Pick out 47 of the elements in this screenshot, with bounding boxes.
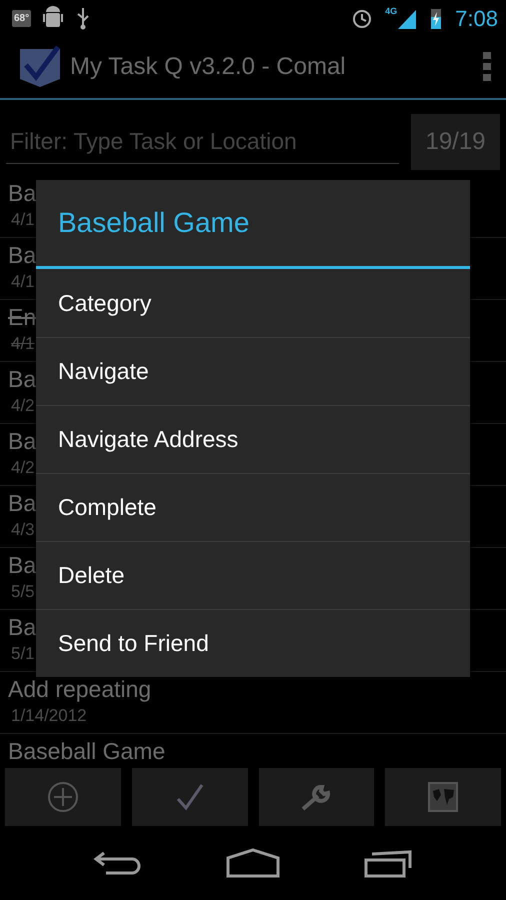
task-title: Ba bbox=[8, 365, 36, 394]
task-date: 4/3 bbox=[10, 519, 35, 541]
overflow-menu-icon[interactable] bbox=[482, 50, 492, 84]
task-count: 19/19 bbox=[411, 114, 500, 170]
app-title: My Task Q v3.2.0 - Comal bbox=[70, 52, 347, 82]
network-type: 4G bbox=[385, 5, 398, 18]
usb-icon bbox=[75, 6, 92, 30]
add-icon bbox=[46, 781, 79, 813]
android-icon bbox=[43, 6, 64, 30]
battery-icon bbox=[429, 7, 444, 29]
clock-time: 7:08 bbox=[455, 4, 498, 32]
task-title: Ba bbox=[8, 179, 36, 208]
temperature-indicator: 68° bbox=[12, 10, 32, 26]
task-date: 5/1 bbox=[10, 643, 35, 665]
task-title: Ba bbox=[8, 551, 36, 580]
back-icon[interactable] bbox=[92, 849, 142, 877]
menu-item[interactable]: Navigate bbox=[36, 337, 470, 405]
task-date: 5/5 bbox=[10, 581, 35, 603]
wrench-button[interactable] bbox=[258, 768, 374, 826]
recent-apps-icon[interactable] bbox=[364, 848, 414, 878]
menu-item[interactable]: Navigate Address bbox=[36, 405, 470, 473]
filter-field[interactable]: Filter: Type Task or Location bbox=[6, 120, 399, 164]
task-date: 4/2 bbox=[10, 457, 35, 479]
task-date: 4/1 bbox=[10, 209, 35, 231]
menu-item[interactable]: Delete bbox=[36, 541, 470, 609]
task-date: 4/1 bbox=[10, 271, 35, 293]
task-title: Baseball Game bbox=[8, 737, 166, 766]
task-title: Ba bbox=[8, 427, 36, 456]
check-button[interactable] bbox=[132, 768, 248, 826]
task-title: Ba bbox=[8, 241, 36, 270]
task-date: 4/1 bbox=[10, 333, 35, 355]
task-title: Ba bbox=[8, 613, 36, 642]
menu-item[interactable]: Complete bbox=[36, 473, 470, 541]
alarm-icon bbox=[351, 7, 374, 29]
task-title: Ba bbox=[8, 489, 36, 518]
add-button[interactable] bbox=[5, 768, 121, 826]
task-title: Add repeating bbox=[8, 675, 152, 704]
home-icon[interactable] bbox=[226, 848, 280, 878]
map-button[interactable] bbox=[385, 768, 501, 826]
checkmark-logo-icon bbox=[18, 45, 62, 89]
task-date: 1/14/2012 bbox=[10, 705, 87, 727]
task-title: En bbox=[8, 303, 36, 332]
task-date: 4/2 bbox=[10, 395, 35, 417]
menu-item[interactable]: Send to Friend bbox=[36, 609, 470, 677]
menu-item[interactable]: Category bbox=[36, 269, 470, 337]
map-icon bbox=[427, 781, 460, 813]
dialog-title: Baseball Game bbox=[36, 180, 470, 269]
